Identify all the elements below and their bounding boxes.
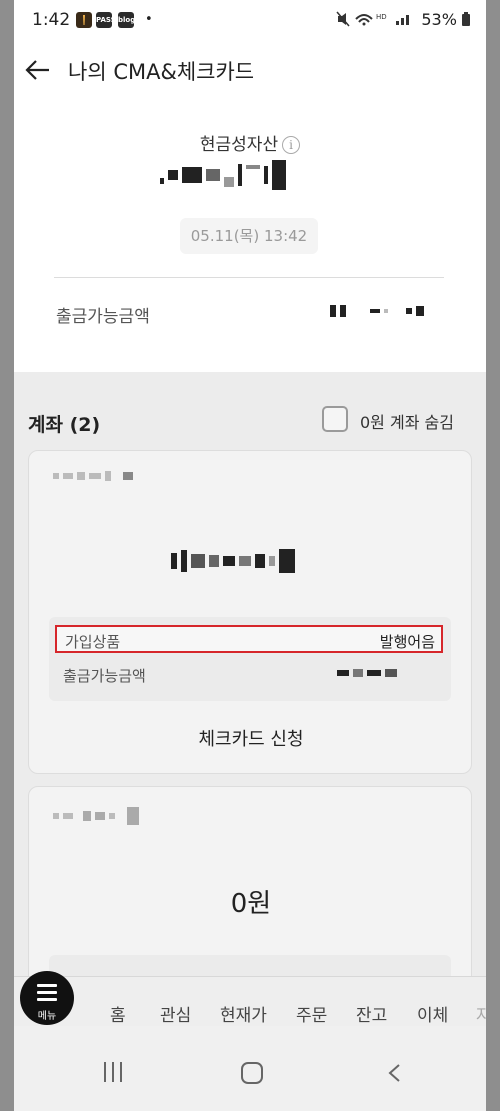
phone-screen: 1:42 PASS blog • HD 53% 나의 CMA&체크카드 현금성자… <box>14 0 486 1111</box>
nav-order[interactable]: 주문 <box>296 1001 327 1026</box>
asset-divider <box>54 277 444 278</box>
home-icon[interactable] <box>241 1062 263 1084</box>
masked-account-number <box>53 471 133 481</box>
status-right: HD 53% <box>336 10 470 29</box>
nav-transfer[interactable]: 이체 <box>417 1001 448 1026</box>
left-bezel <box>0 0 14 1111</box>
app-header: 나의 CMA&체크카드 <box>14 40 486 100</box>
mute-wifi-signal-icon: HD <box>336 11 410 27</box>
status-time: 1:42 <box>32 10 71 30</box>
masked-card-withdrawable <box>337 669 397 677</box>
nav-balance[interactable]: 잔고 <box>356 1001 387 1026</box>
hide-zero-checkbox[interactable] <box>322 406 348 432</box>
account-balance-zero: 0원 <box>230 889 272 919</box>
account-card[interactable]: 가입상품 발행어음 출금가능금액 체크카드 신청 <box>28 450 472 774</box>
more-notifications-dot: • <box>145 12 153 27</box>
back-arrow-icon[interactable] <box>24 58 52 82</box>
masked-account-number <box>53 807 139 825</box>
blog-app-icon: blog <box>118 12 135 28</box>
right-bezel <box>486 0 500 1111</box>
accounts-title: 계좌 (2) <box>28 414 101 436</box>
withdrawable-label: 출금가능금액 <box>56 307 150 327</box>
nav-watchlist[interactable]: 관심 <box>160 1001 191 1026</box>
info-icon[interactable]: i <box>282 136 301 154</box>
nav-current-price[interactable]: 현재가 <box>220 1001 267 1026</box>
product-label: 가입상품 <box>65 633 121 651</box>
accounts-section: 계좌 (2) 0원 계좌 숨김 가입상품 발행어음 출금가능금액 체크카드 신청… <box>14 372 486 986</box>
product-value: 발행어음 <box>379 633 435 651</box>
menu-label: 메뉴 <box>37 1011 57 1022</box>
account-card[interactable]: 0원 <box>28 786 472 986</box>
product-row-highlighted: 가입상품 발행어음 <box>55 625 443 653</box>
cash-asset-section: 현금성자산 i 05.11(목) 13:42 출금가능금액 <box>14 100 486 372</box>
bottom-nav: 메뉴 홈 관심 현재가 주문 잔고 이체 자 <box>14 971 486 1026</box>
battery-icon <box>462 12 470 26</box>
nav-home[interactable]: 홈 <box>110 1001 126 1026</box>
asset-timestamp: 05.11(목) 13:42 <box>180 218 318 254</box>
app-notification-icon <box>76 12 92 28</box>
status-bar: 1:42 PASS blog • HD 53% <box>14 0 486 40</box>
system-nav-bar <box>14 1026 486 1111</box>
hide-zero-label[interactable]: 0원 계좌 숨김 <box>360 409 454 433</box>
account-details-box: 가입상품 발행어음 출금가능금액 <box>49 617 451 701</box>
pass-app-icon: PASS <box>96 12 116 28</box>
masked-total-amount <box>160 160 286 190</box>
system-back-icon[interactable] <box>386 1064 404 1082</box>
menu-button[interactable]: 메뉴 <box>20 971 74 1025</box>
masked-withdrawable-amount <box>330 305 424 317</box>
cash-asset-label: 현금성자산 i <box>14 130 486 155</box>
cash-asset-label-text: 현금성자산 <box>199 135 279 155</box>
page-title: 나의 CMA&체크카드 <box>68 60 255 84</box>
svg-text:HD: HD <box>376 13 387 21</box>
card-withdrawable-label: 출금가능금액 <box>63 667 146 685</box>
nav-more-truncated[interactable]: 자 <box>476 1001 486 1026</box>
battery-percent: 53% <box>421 10 457 29</box>
check-card-apply-button[interactable]: 체크카드 신청 <box>29 725 473 751</box>
recent-apps-icon[interactable] <box>102 1062 126 1084</box>
masked-account-balance <box>171 549 295 573</box>
hamburger-icon <box>37 984 57 1005</box>
